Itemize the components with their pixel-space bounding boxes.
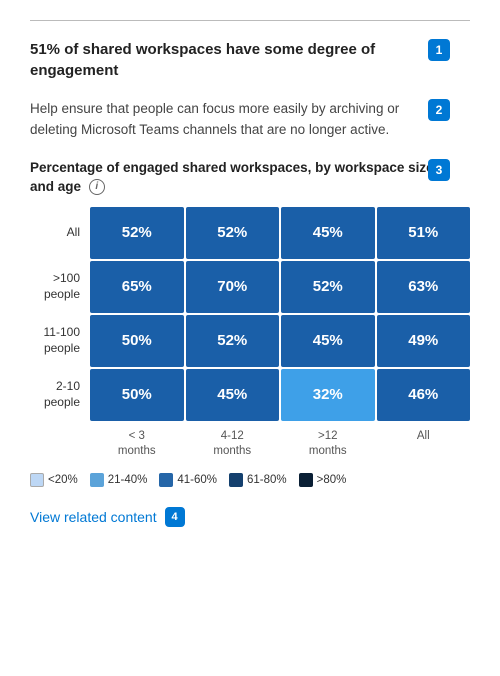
legend-item-3: 61-80% (229, 473, 287, 487)
cell-r3-c3: 46% (377, 369, 471, 421)
col-header-2: >12 months (281, 427, 375, 461)
badge-3: 3 (428, 159, 450, 181)
main-title: 51% of shared workspaces have some degre… (30, 39, 470, 81)
section-description-block: 2 Help ensure that people can focus more… (30, 99, 470, 141)
legend-label-3: 61-80% (247, 474, 287, 486)
chart-section: 3 Percentage of engaged shared workspace… (30, 159, 470, 487)
view-related-section: View related content 4 (30, 507, 470, 527)
legend-swatch-0 (30, 473, 44, 487)
cell-r0-c0: 52% (90, 207, 184, 259)
row-label-3: 2-10 people (30, 369, 88, 421)
cell-r1-c2: 52% (281, 261, 375, 313)
cell-r0-c2: 45% (281, 207, 375, 259)
legend-swatch-4 (299, 473, 313, 487)
row-label-2: 11-100 people (30, 315, 88, 367)
cell-r1-c1: 70% (186, 261, 280, 313)
cell-r2-c1: 52% (186, 315, 280, 367)
top-divider (30, 20, 470, 21)
col-header-row: < 3 months4-12 months>12 monthsAll (30, 427, 470, 461)
legend-label-4: >80% (317, 474, 347, 486)
legend-swatch-3 (229, 473, 243, 487)
badge-1: 1 (428, 39, 450, 61)
cell-r1-c0: 65% (90, 261, 184, 313)
chart-wrapper: All52%52%45%51%>100 people65%70%52%63%11… (30, 207, 470, 461)
legend-item-0: <20% (30, 473, 78, 487)
cell-r3-c2: 32% (281, 369, 375, 421)
badge-2: 2 (428, 99, 450, 121)
badge-4: 4 (165, 507, 185, 527)
row-label-0: All (30, 207, 88, 259)
col-header-empty (30, 427, 88, 461)
description-text: Help ensure that people can focus more e… (30, 99, 470, 141)
chart-title: Percentage of engaged shared workspaces,… (30, 159, 470, 197)
cell-r0-c3: 51% (377, 207, 471, 259)
col-header-0: < 3 months (90, 427, 184, 461)
row-label-1: >100 people (30, 261, 88, 313)
legend-item-1: 21-40% (90, 473, 148, 487)
chart-grid: All52%52%45%51%>100 people65%70%52%63%11… (30, 207, 470, 423)
cell-r3-c1: 45% (186, 369, 280, 421)
view-related-link[interactable]: View related content (30, 509, 157, 525)
cell-r2-c3: 49% (377, 315, 471, 367)
legend-swatch-1 (90, 473, 104, 487)
legend-row: <20% 21-40% 41-60% 61-80% >80% (30, 473, 470, 487)
cell-r0-c1: 52% (186, 207, 280, 259)
col-header-3: All (377, 427, 471, 461)
cell-r2-c2: 45% (281, 315, 375, 367)
legend-item-4: >80% (299, 473, 347, 487)
legend-label-1: 21-40% (108, 474, 148, 486)
legend-swatch-2 (159, 473, 173, 487)
cell-r2-c0: 50% (90, 315, 184, 367)
legend-label-0: <20% (48, 474, 78, 486)
section-title-block: 1 51% of shared workspaces have some deg… (30, 39, 470, 81)
page-container: 1 51% of shared workspaces have some deg… (0, 0, 500, 547)
cell-r3-c0: 50% (90, 369, 184, 421)
info-icon[interactable]: i (89, 179, 105, 195)
legend-label-2: 41-60% (177, 474, 217, 486)
cell-r1-c3: 63% (377, 261, 471, 313)
col-header-1: 4-12 months (186, 427, 280, 461)
legend-item-2: 41-60% (159, 473, 217, 487)
